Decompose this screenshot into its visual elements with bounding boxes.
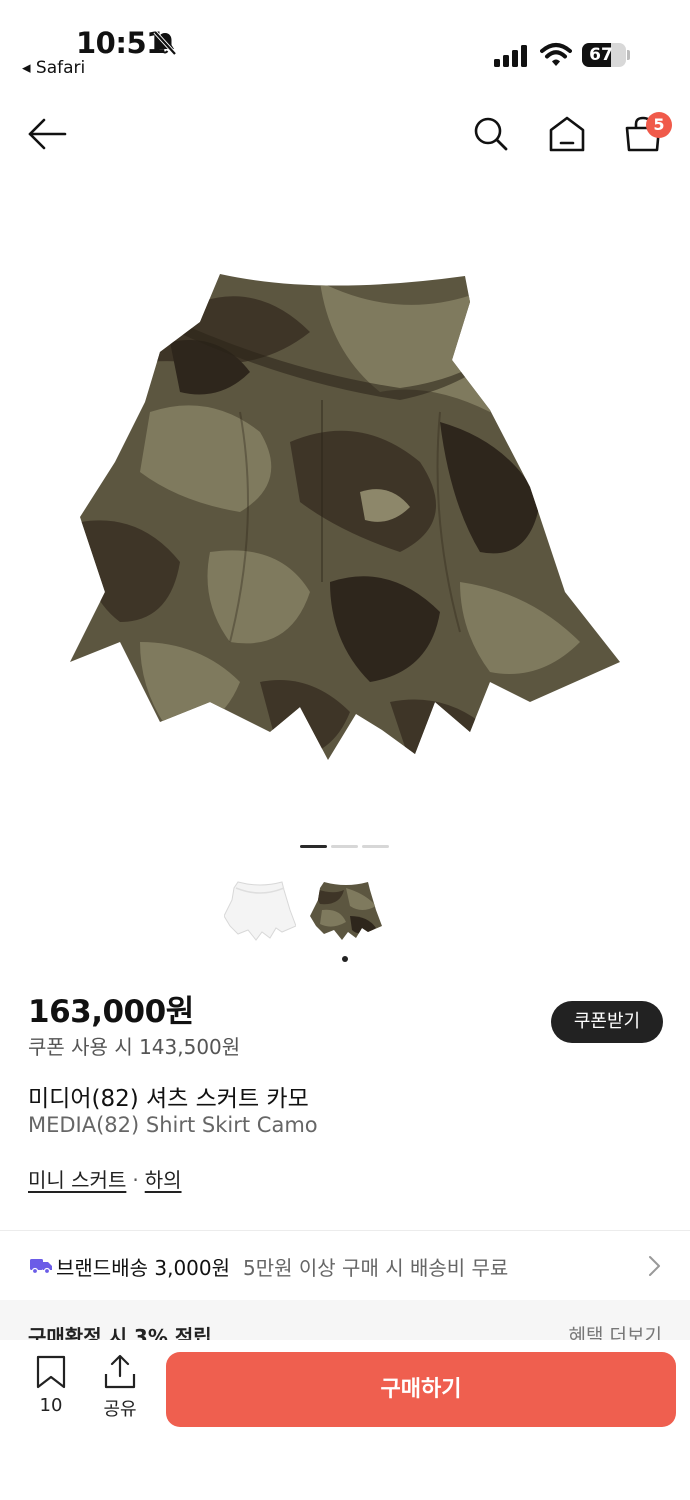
silent-bell-icon (153, 30, 177, 56)
pagination-dot (362, 845, 389, 848)
category-link-mini-skirt[interactable]: 미니 스커트 (28, 1168, 126, 1192)
category-breadcrumb: 미니 스커트 · 하의 (28, 1164, 182, 1193)
selected-thumbnail-indicator (342, 956, 348, 962)
pagination-dot-active (300, 845, 327, 848)
bookmark-icon[interactable] (34, 1354, 68, 1390)
battery-level: 67 (589, 45, 613, 65)
chevron-right-icon (649, 1256, 660, 1276)
gallery-pagination (300, 845, 392, 848)
wifi-icon (540, 43, 572, 66)
shipping-fee: 브랜드배송 3,000원 (56, 1256, 231, 1280)
thumbnail-camo-skirt[interactable] (310, 876, 382, 942)
free-shipping-note: 5만원 이상 구매 시 배송비 무료 (243, 1256, 509, 1280)
back-arrow-icon[interactable] (26, 114, 68, 154)
search-icon[interactable] (470, 114, 512, 154)
bookmark-count: 10 (39, 1395, 63, 1416)
battery-icon: 67 (582, 43, 626, 67)
buy-now-button[interactable]: 구매하기 (166, 1352, 676, 1427)
home-icon[interactable] (546, 114, 588, 154)
cellular-signal-icon (494, 45, 527, 67)
product-price: 163,000원 (28, 994, 194, 1030)
battery-cap (627, 50, 630, 60)
category-link-bottoms[interactable]: 하의 (145, 1168, 182, 1192)
cart-count-badge: 5 (646, 112, 672, 138)
pagination-dot (331, 845, 358, 848)
get-coupon-button[interactable]: 쿠폰받기 (551, 1001, 663, 1043)
product-image[interactable] (60, 262, 630, 772)
product-name-english: MEDIA(82) Shirt Skirt Camo (28, 1113, 318, 1137)
coupon-price: 쿠폰 사용 시 143,500원 (28, 1035, 241, 1059)
back-to-safari[interactable]: ◂ Safari (22, 58, 85, 78)
thumbnail-white-skirt[interactable] (224, 876, 296, 942)
share-label[interactable]: 공유 (98, 1395, 142, 1421)
category-separator: · (132, 1168, 139, 1192)
share-icon[interactable] (102, 1354, 138, 1390)
delivery-truck-icon (30, 1259, 52, 1274)
product-name-korean: 미디어(82) 셔츠 스커트 카모 (28, 1086, 309, 1112)
